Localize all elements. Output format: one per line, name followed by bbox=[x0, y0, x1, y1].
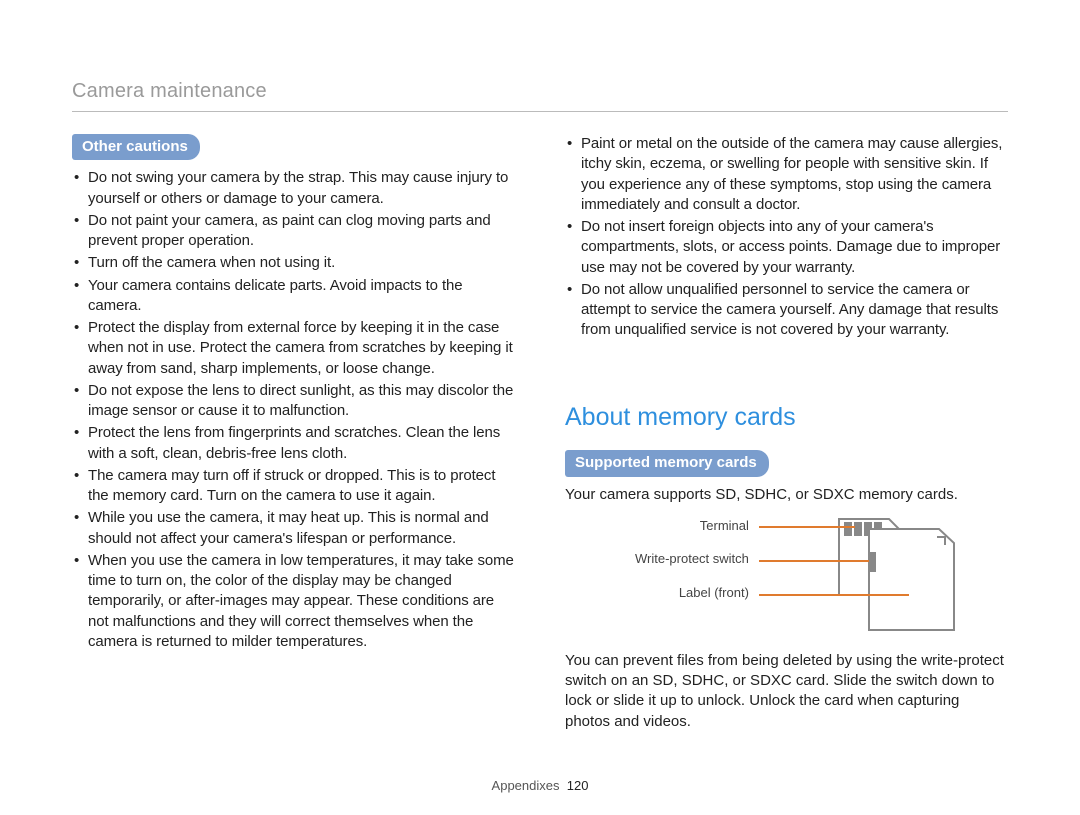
footer-section: Appendixes bbox=[492, 778, 560, 793]
list-item: Do not allow unqualified personnel to se… bbox=[565, 280, 1008, 341]
list-item: Do not expose the lens to direct sunligh… bbox=[72, 381, 515, 422]
left-column: Other cautions Do not swing your camera … bbox=[72, 134, 515, 740]
continued-cautions-list: Paint or metal on the outside of the cam… bbox=[565, 134, 1008, 341]
list-item: Do not insert foreign objects into any o… bbox=[565, 217, 1008, 278]
write-protect-label: Write-protect switch bbox=[635, 550, 749, 568]
list-item: When you use the camera in low temperatu… bbox=[72, 551, 515, 652]
terminal-label: Terminal bbox=[635, 517, 749, 535]
write-protect-body: You can prevent files from being deleted… bbox=[565, 651, 1008, 732]
footer-page-number: 120 bbox=[567, 778, 589, 793]
list-item: While you use the camera, it may heat up… bbox=[72, 508, 515, 549]
content-columns: Other cautions Do not swing your camera … bbox=[72, 134, 1008, 740]
header-rule bbox=[72, 111, 1008, 112]
label-front-label: Label (front) bbox=[635, 584, 749, 602]
sd-card-diagram: Terminal Write-protect switch Label (fro… bbox=[635, 515, 1008, 635]
sd-card-icon bbox=[759, 515, 959, 635]
list-item: Protect the display from external force … bbox=[72, 318, 515, 379]
list-item: Your camera contains delicate parts. Avo… bbox=[72, 276, 515, 317]
other-cautions-list: Do not swing your camera by the strap. T… bbox=[72, 168, 515, 652]
page-footer: Appendixes 120 bbox=[0, 777, 1080, 795]
list-item: Turn off the camera when not using it. bbox=[72, 253, 515, 273]
list-item: Protect the lens from fingerprints and s… bbox=[72, 423, 515, 464]
right-column: Paint or metal on the outside of the cam… bbox=[565, 134, 1008, 740]
list-item: Do not paint your camera, as paint can c… bbox=[72, 211, 515, 252]
diagram-labels: Terminal Write-protect switch Label (fro… bbox=[635, 515, 749, 618]
list-item: Do not swing your camera by the strap. T… bbox=[72, 168, 515, 209]
list-item: The camera may turn off if struck or dro… bbox=[72, 466, 515, 507]
list-item: Paint or metal on the outside of the cam… bbox=[565, 134, 1008, 215]
other-cautions-badge: Other cautions bbox=[72, 134, 200, 160]
page-header: Camera maintenance bbox=[72, 78, 1008, 105]
supported-cards-intro: Your camera supports SD, SDHC, or SDXC m… bbox=[565, 485, 1008, 505]
about-memory-cards-heading: About memory cards bbox=[565, 401, 1008, 435]
supported-memory-cards-badge: Supported memory cards bbox=[565, 450, 769, 476]
